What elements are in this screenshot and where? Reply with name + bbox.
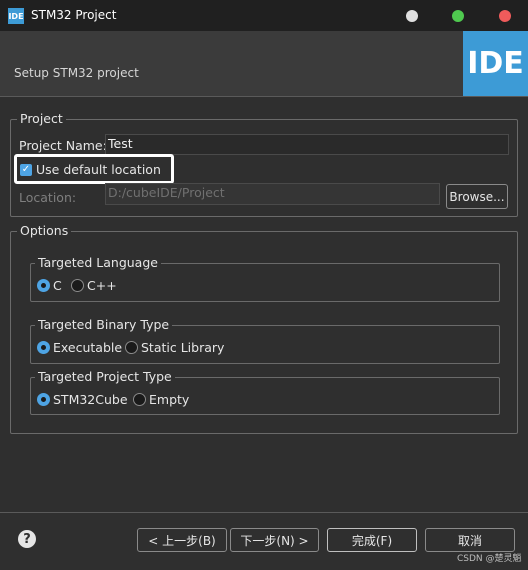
radio-binary-executable[interactable]	[37, 341, 50, 354]
radio-language-c-label: C	[53, 278, 62, 293]
targeted-language-legend: Targeted Language	[35, 255, 161, 270]
close-button[interactable]	[499, 10, 511, 22]
location-label: Location:	[19, 190, 77, 205]
minimize-button[interactable]	[406, 10, 418, 22]
project-name-input[interactable]: Test	[105, 134, 509, 155]
back-button[interactable]: < 上一步(B)	[137, 528, 227, 552]
radio-language-cpp-label: C++	[87, 278, 117, 293]
radio-project-stm32cube-label: STM32Cube	[53, 392, 128, 407]
help-icon[interactable]: ?	[18, 530, 36, 548]
title-bar: IDE STM32 Project	[0, 0, 528, 31]
watermark: CSDN @楚灵魈	[457, 554, 522, 564]
wizard-header: Setup STM32 project IDE	[0, 31, 528, 96]
radio-binary-static-library-label: Static Library	[141, 340, 225, 355]
radio-binary-executable-label: Executable	[53, 340, 123, 355]
finish-button[interactable]: 完成(F)	[327, 528, 417, 552]
radio-project-empty[interactable]	[133, 393, 146, 406]
options-group-legend: Options	[17, 223, 72, 238]
header-divider	[0, 96, 528, 97]
footer-divider	[0, 512, 528, 513]
radio-project-stm32cube[interactable]	[37, 393, 50, 406]
project-group-legend: Project	[17, 111, 66, 126]
cancel-button[interactable]: 取消	[425, 528, 515, 552]
highlight-box	[14, 154, 174, 184]
location-input[interactable]: D:/cubeIDE/Project	[105, 183, 440, 205]
radio-binary-static-library[interactable]	[125, 341, 138, 354]
maximize-button[interactable]	[452, 10, 464, 22]
targeted-project-type-legend: Targeted Project Type	[35, 369, 175, 384]
next-button[interactable]: 下一步(N) >	[230, 528, 319, 552]
window-title: STM32 Project	[31, 8, 117, 22]
project-name-label: Project Name:	[19, 138, 107, 153]
wizard-subtitle: Setup STM32 project	[14, 66, 139, 80]
radio-language-cpp[interactable]	[71, 279, 84, 292]
ide-app-icon: IDE	[8, 8, 24, 24]
radio-project-empty-label: Empty	[149, 392, 190, 407]
targeted-binary-type-legend: Targeted Binary Type	[35, 317, 173, 332]
radio-language-c[interactable]	[37, 279, 50, 292]
ide-logo: IDE	[463, 31, 528, 96]
browse-button[interactable]: Browse...	[446, 184, 508, 209]
